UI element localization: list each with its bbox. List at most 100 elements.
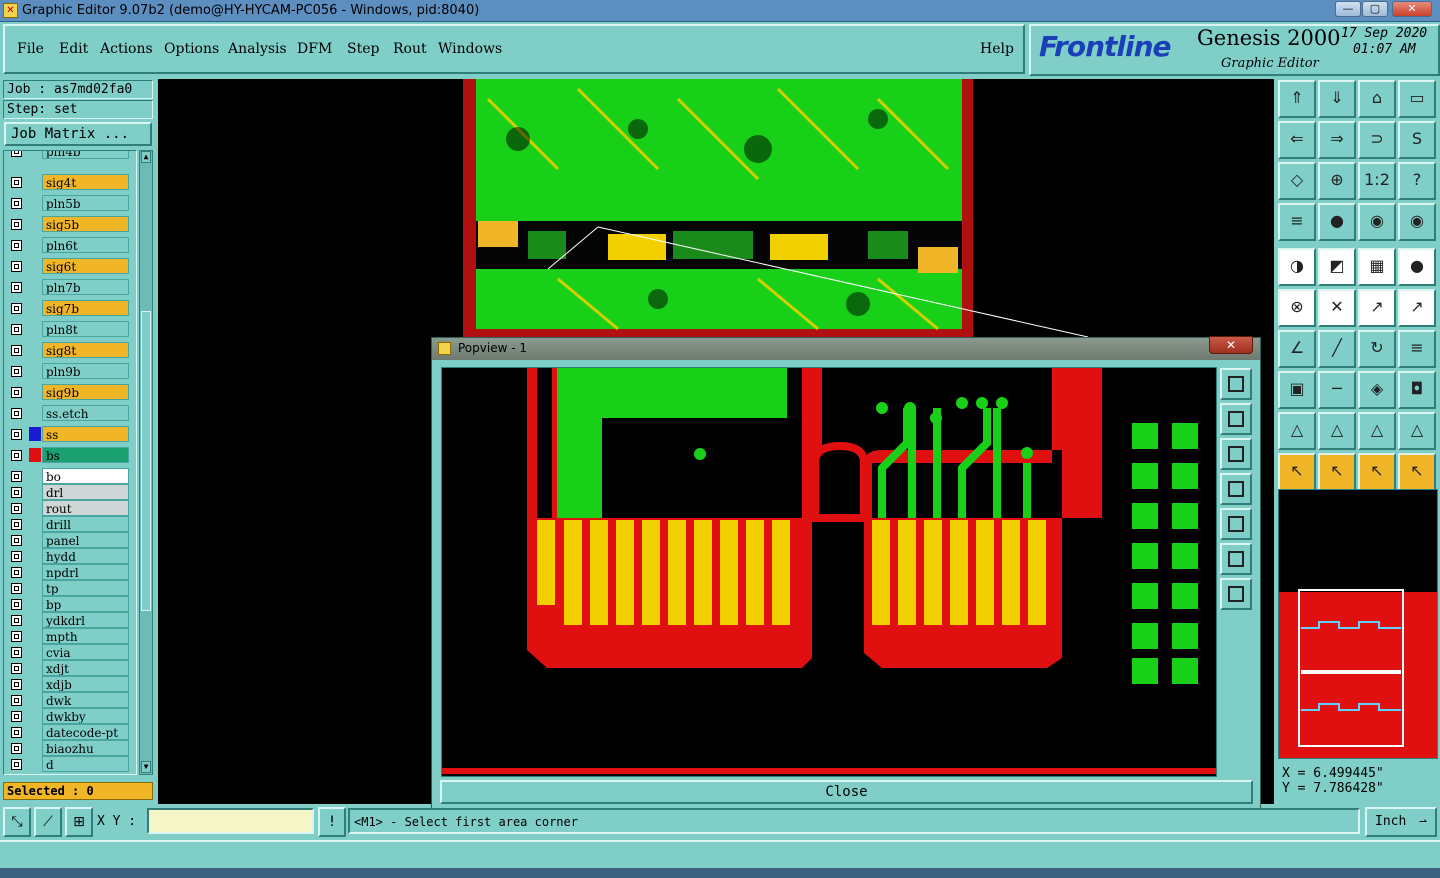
layer-row[interactable]: bp <box>7 596 129 613</box>
tool-matrix-icon[interactable]: ◉ <box>1358 203 1396 241</box>
tool-slash-icon[interactable]: ╱ <box>1318 330 1356 368</box>
zoom-area-icon[interactable]: ⤡ <box>3 807 31 837</box>
layer-name[interactable]: drl <box>42 484 129 500</box>
layer-name[interactable]: pln4b <box>42 151 129 159</box>
tool-snake-icon[interactable]: S <box>1398 121 1436 159</box>
layer-name[interactable]: pln8t <box>42 321 129 337</box>
menu-options[interactable]: Options <box>164 41 219 57</box>
popview-pan-left-icon[interactable] <box>1220 473 1252 505</box>
layer-row[interactable]: bo <box>7 468 129 485</box>
layer-row[interactable]: d <box>7 756 129 773</box>
layer-checkbox[interactable] <box>11 240 22 251</box>
layer-row[interactable]: biaozhu <box>7 740 129 757</box>
popview-pan-down-icon[interactable] <box>1220 438 1252 470</box>
grid-icon[interactable]: ⊞ <box>65 807 93 837</box>
layer-checkbox[interactable] <box>11 177 22 188</box>
layer-checkbox[interactable] <box>11 759 22 770</box>
layer-checkbox[interactable] <box>11 615 22 626</box>
popview-zoom-out-icon[interactable] <box>1220 578 1252 610</box>
layer-row[interactable]: pln7b <box>7 279 129 296</box>
menu-edit[interactable]: Edit <box>59 41 88 57</box>
popview-pan-up-icon[interactable] <box>1220 403 1252 435</box>
layer-row[interactable]: hydd <box>7 548 129 565</box>
layer-checkbox[interactable] <box>11 743 22 754</box>
layer-list-scrollbar[interactable]: ▲ ▼ <box>139 150 153 775</box>
tool-angle-icon[interactable]: ∠ <box>1278 330 1316 368</box>
layer-name[interactable]: sig8t <box>42 342 129 358</box>
layer-row[interactable]: xdjt <box>7 660 129 677</box>
layer-name[interactable]: pln9b <box>42 363 129 379</box>
layer-row[interactable]: dwkby <box>7 708 129 725</box>
layer-name[interactable]: dwk <box>42 692 129 708</box>
scroll-up-arrow[interactable]: ▲ <box>141 151 151 163</box>
layer-row[interactable]: ss.etch <box>7 405 129 422</box>
popview-zoom-home-icon[interactable] <box>1220 368 1252 400</box>
layer-row[interactable]: pln6t <box>7 237 129 254</box>
layer-row[interactable]: dwk <box>7 692 129 709</box>
popview-close-button[interactable]: Close <box>440 780 1253 804</box>
xy-input[interactable] <box>147 808 314 834</box>
tool-flip-icon[interactable]: ≡ <box>1398 330 1436 368</box>
layer-name[interactable]: sig4t <box>42 174 129 190</box>
layer-name[interactable]: panel <box>42 532 129 548</box>
layer-checkbox[interactable] <box>11 408 22 419</box>
popview-canvas[interactable] <box>441 367 1217 777</box>
tool-fit-icon[interactable]: ◇ <box>1278 162 1316 200</box>
layer-checkbox[interactable] <box>11 303 22 314</box>
tool-ruler-icon[interactable]: ▦ <box>1358 248 1396 286</box>
layer-row[interactable]: pln5b <box>7 195 129 212</box>
scroll-down-arrow[interactable]: ▼ <box>141 761 151 773</box>
measure-icon[interactable]: ⟋ <box>34 807 62 837</box>
menu-windows[interactable]: Windows <box>438 41 502 57</box>
layer-row[interactable]: pln4b <box>7 151 129 160</box>
popview-zoom-in-icon[interactable] <box>1220 543 1252 575</box>
tool-line-icon[interactable]: ● <box>1318 203 1356 241</box>
layer-name[interactable]: drill <box>42 516 129 532</box>
layer-name[interactable]: mpth <box>42 628 129 644</box>
layer-name[interactable]: bs <box>42 447 129 463</box>
layer-row[interactable]: sig8t <box>7 342 129 359</box>
layer-name[interactable]: ss.etch <box>42 405 129 421</box>
layer-row[interactable]: panel <box>7 532 129 549</box>
layer-checkbox[interactable] <box>11 551 22 562</box>
layer-name[interactable]: sig7b <box>42 300 129 316</box>
layer-name[interactable]: hydd <box>42 548 129 564</box>
layer-checkbox[interactable] <box>11 366 22 377</box>
tool-diamond-icon[interactable]: ◈ <box>1358 371 1396 409</box>
layer-checkbox[interactable] <box>11 387 22 398</box>
tool-arrow2-icon[interactable]: ↗ <box>1398 289 1436 327</box>
layer-name[interactable]: xdjt <box>42 660 129 676</box>
tool-pointer3-icon[interactable]: ↖ <box>1358 453 1396 491</box>
tool-pointer-icon[interactable]: ↖ <box>1278 453 1316 491</box>
tool-right-icon[interactable]: ⇒ <box>1318 121 1356 159</box>
menu-rout[interactable]: Rout <box>393 41 427 57</box>
tool-dash-icon[interactable]: ─ <box>1318 371 1356 409</box>
menu-analysis[interactable]: Analysis <box>228 41 287 57</box>
tool-layers-icon[interactable]: ≡ <box>1278 203 1316 241</box>
layer-name[interactable]: datecode-pt <box>42 724 129 740</box>
layer-row[interactable]: sig7b <box>7 300 129 317</box>
layer-name[interactable]: ydkdrl <box>42 612 129 628</box>
layer-checkbox[interactable] <box>11 324 22 335</box>
layer-row[interactable]: npdrl <box>7 564 129 581</box>
scroll-thumb[interactable] <box>141 311 151 611</box>
layer-name[interactable]: dwkby <box>42 708 129 724</box>
layer-checkbox[interactable] <box>11 583 22 594</box>
popview-window[interactable]: Popview - 1 ✕ Close <box>431 336 1261 810</box>
tool-arrow-icon[interactable]: ↗ <box>1358 289 1396 327</box>
menu-dfm[interactable]: DFM <box>297 41 332 57</box>
tool-rotate-icon[interactable]: ↻ <box>1358 330 1396 368</box>
minimize-button[interactable]: — <box>1335 1 1361 17</box>
layer-checkbox[interactable] <box>11 679 22 690</box>
menu-actions[interactable]: Actions <box>100 41 153 57</box>
layer-name[interactable]: xdjb <box>42 676 129 692</box>
layer-checkbox[interactable] <box>11 647 22 658</box>
layer-checkbox[interactable] <box>11 727 22 738</box>
layer-row[interactable]: sig5b <box>7 216 129 233</box>
layer-name[interactable]: sig9b <box>42 384 129 400</box>
layer-row[interactable]: tp <box>7 580 129 597</box>
tool-circle-white-icon[interactable]: ◑ <box>1278 248 1316 286</box>
layer-row[interactable]: cvia <box>7 644 129 661</box>
tool-matrix2-icon[interactable]: ◉ <box>1398 203 1436 241</box>
layer-row[interactable]: bs <box>7 447 129 464</box>
